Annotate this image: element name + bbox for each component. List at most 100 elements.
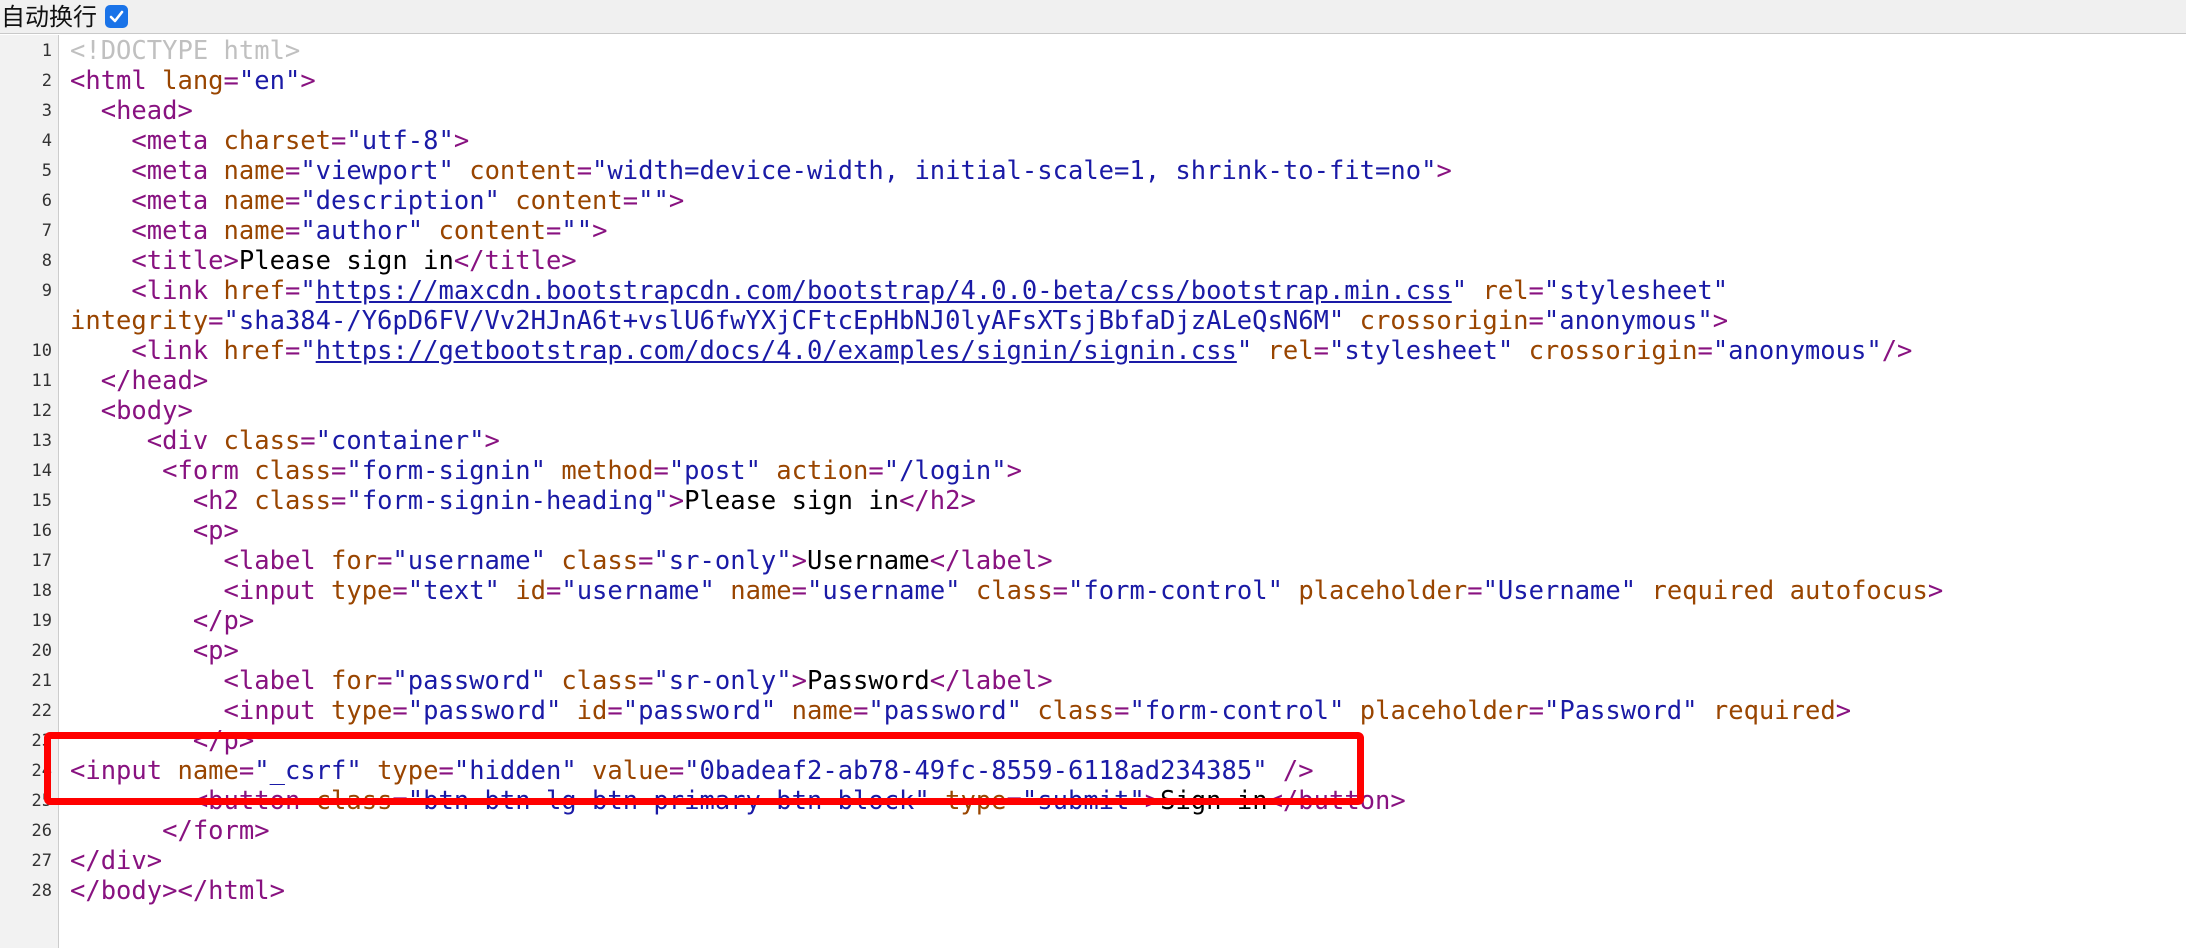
code-token-attr: id xyxy=(576,696,608,726)
line-code: <form class="form-signin" method="post" … xyxy=(70,456,1022,486)
source-line: 16 <p> xyxy=(0,516,2186,546)
source-link[interactable]: https://getbootstrap.com/docs/4.0/exampl… xyxy=(316,336,1237,366)
source-line: 3 <head> xyxy=(0,96,2186,126)
code-token-tag: </form> xyxy=(162,816,270,846)
code-token-tag xyxy=(546,666,561,696)
code-token-tag: <title> xyxy=(131,246,239,276)
line-code: <meta name="viewport" content="width=dev… xyxy=(70,156,1452,186)
code-token-tag: = xyxy=(284,216,301,246)
code-token-tag: <p> xyxy=(192,516,239,546)
code-token-tag: > xyxy=(300,66,316,96)
code-token-tag: <form xyxy=(162,456,255,486)
source-line: 24 <input name="_csrf" type="hidden" valu… xyxy=(0,756,2186,786)
source-line: 8 <title>Please sign in</title> xyxy=(0,246,2186,276)
view-source-toolbar: 自动换行 xyxy=(0,0,2186,34)
code-token-tag: = xyxy=(392,786,408,816)
line-number: 27 xyxy=(31,851,52,871)
line-number: 14 xyxy=(31,461,52,481)
code-token-tag xyxy=(362,756,377,786)
code-token-tag: = xyxy=(1313,336,1329,366)
code-token-tag: <html xyxy=(70,66,163,96)
code-token-val: "password" xyxy=(392,666,546,696)
code-token-tag: = xyxy=(638,546,654,576)
code-token-val: "btn btn-lg btn-primary btn-block" xyxy=(407,786,930,816)
code-token-tag: = xyxy=(1114,696,1130,726)
code-token-tag xyxy=(1344,306,1359,336)
source-line: integrity="sha384-/Y6pD6FV/Vv2HJnA6t+vsl… xyxy=(0,306,2186,336)
code-token-val: "anonymous" xyxy=(1543,306,1713,336)
code-token-val: " xyxy=(300,336,316,366)
code-token-tag: <input xyxy=(70,756,178,786)
line-number: 13 xyxy=(31,431,52,451)
code-token-attr: method xyxy=(561,456,654,486)
code-token-tag: = xyxy=(576,156,593,186)
code-token-val: "password" xyxy=(622,696,777,726)
code-token-tag: > xyxy=(1835,696,1852,726)
code-token-tag: = xyxy=(438,756,454,786)
code-token-tag: <input xyxy=(223,696,331,726)
code-token-tag xyxy=(500,186,515,216)
code-token-attr: name xyxy=(223,216,285,246)
code-token-tag xyxy=(1344,696,1359,726)
code-token-val: "form-control" xyxy=(1129,696,1345,726)
code-token-attr: crossorigin xyxy=(1528,336,1698,366)
code-token-val: "description" xyxy=(300,186,500,216)
code-token-tag xyxy=(1774,576,1789,606)
code-token-val: "password" xyxy=(407,696,562,726)
code-token-tag xyxy=(930,786,945,816)
code-token-attr: class xyxy=(223,426,301,456)
line-wrap-checkbox[interactable] xyxy=(105,5,128,28)
source-line: 15 <h2 class="form-signin-heading">Pleas… xyxy=(0,486,2186,516)
code-token-tag: </h2> xyxy=(899,486,976,516)
source-line: 7 <meta name="author" content=""> xyxy=(0,216,2186,246)
code-token-tag: <p> xyxy=(192,636,239,666)
line-number: 12 xyxy=(31,401,52,421)
code-token-tag: = xyxy=(331,456,347,486)
code-token-tag: = xyxy=(1528,276,1544,306)
code-token-tag: > xyxy=(668,186,685,216)
line-code: <meta name="author" content=""> xyxy=(70,216,607,246)
code-token-val: "sha384-/Y6pD6FV/Vv2HJnA6t+vslU6fwYXjCFt… xyxy=(223,306,1345,336)
line-code: <!DOCTYPE html> xyxy=(70,36,300,66)
code-token-tag: > xyxy=(484,426,500,456)
code-token-tag: </head> xyxy=(100,366,209,396)
code-token-tag: = xyxy=(223,66,239,96)
code-token-tag: </label> xyxy=(929,546,1053,576)
line-code: <link href="https://getbootstrap.com/doc… xyxy=(70,336,1912,366)
code-token-val: "form-control" xyxy=(1068,576,1283,606)
code-token-tag xyxy=(961,576,976,606)
code-token-val: "submit" xyxy=(1021,786,1145,816)
code-token-tag: = xyxy=(668,756,685,786)
code-token-tag: > xyxy=(1436,156,1452,186)
line-code: </p> xyxy=(70,726,254,756)
code-token-val: " xyxy=(1451,276,1468,306)
line-code: <p> xyxy=(70,516,239,546)
code-token-attr: action xyxy=(776,456,869,486)
code-token-val: "width=device-width, initial-scale=1, sh… xyxy=(592,156,1437,186)
code-token-tag: = xyxy=(868,456,884,486)
code-token-attr: rel xyxy=(1267,336,1314,366)
code-token-tag: <label xyxy=(223,546,331,576)
code-token-val: "0badeaf2-ab78-49fc-8559-6118ad234385" xyxy=(684,756,1268,786)
line-code: <head> xyxy=(70,96,193,126)
source-line: 13 <div class="container"> xyxy=(0,426,2186,456)
source-link[interactable]: https://maxcdn.bootstrapcdn.com/bootstra… xyxy=(316,276,1452,306)
line-code: <button class="btn btn-lg btn-primary bt… xyxy=(70,786,1406,816)
code-token-attr: required xyxy=(1712,696,1836,726)
line-number: 11 xyxy=(31,371,52,391)
code-token-tag xyxy=(1022,696,1037,726)
source-line: 17 <label for="username" class="sr-only"… xyxy=(0,546,2186,576)
code-token-tag xyxy=(776,696,791,726)
code-token-val: "utf-8" xyxy=(346,126,454,156)
code-token-text: Please sign in xyxy=(238,246,454,276)
source-code-view[interactable]: 1 <!DOCTYPE html> 2 <html lang="en"> 3 <head… xyxy=(0,36,2186,906)
code-token-tag: <meta xyxy=(131,186,224,216)
code-token-tag: = xyxy=(284,156,301,186)
line-number: 3 xyxy=(41,101,52,121)
line-code: <label for="username" class="sr-only">Us… xyxy=(70,546,1053,576)
line-number: 17 xyxy=(31,551,52,571)
line-code: <meta charset="utf-8"> xyxy=(70,126,469,156)
code-token-val: "viewport" xyxy=(300,156,454,186)
code-token-tag: = xyxy=(853,696,869,726)
code-token-tag xyxy=(1698,696,1713,726)
